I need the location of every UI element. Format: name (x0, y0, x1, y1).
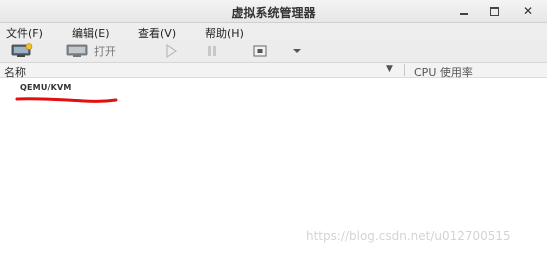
connection-item[interactable]: QEMU/KVM (20, 83, 72, 92)
list-header: 名称 ▼ CPU 使用率 (0, 63, 547, 79)
maximize-button[interactable] (486, 3, 502, 19)
shutdown-menu-button[interactable] (292, 43, 302, 59)
new-vm-icon (11, 43, 33, 57)
red-underline-annotation (15, 97, 118, 103)
sort-arrow-icon[interactable]: ▼ (386, 64, 393, 74)
menu-bar: 文件(F) 编辑(E) 查看(V) 帮助(H) (0, 23, 547, 40)
open-label: 打开 (94, 45, 116, 58)
watermark: https://blog.csdn.net/u012700515 (306, 229, 511, 243)
open-button[interactable]: 打开 (66, 43, 116, 59)
minimize-icon (460, 13, 468, 15)
play-icon (166, 44, 177, 58)
monitor-icon (66, 44, 88, 57)
new-vm-button[interactable] (10, 43, 36, 59)
menu-help[interactable]: 帮助(H) (205, 25, 244, 41)
toolbar: 打开 (0, 40, 547, 63)
menu-file[interactable]: 文件(F) (6, 25, 43, 41)
chevron-down-icon (293, 49, 301, 53)
minimize-button[interactable] (456, 3, 472, 19)
menu-view[interactable]: 查看(V) (138, 25, 176, 41)
pause-icon (208, 46, 216, 56)
close-icon: ✕ (522, 4, 534, 18)
shutdown-button[interactable] (253, 43, 267, 59)
stop-icon (253, 45, 267, 57)
close-button[interactable]: ✕ (520, 3, 536, 19)
column-divider[interactable] (404, 64, 405, 76)
title-bar: 虚拟系统管理器 ✕ (0, 0, 547, 23)
pause-button[interactable] (206, 43, 220, 59)
maximize-icon (489, 6, 499, 16)
menu-edit[interactable]: 编辑(E) (72, 25, 110, 41)
run-button[interactable] (165, 43, 179, 59)
